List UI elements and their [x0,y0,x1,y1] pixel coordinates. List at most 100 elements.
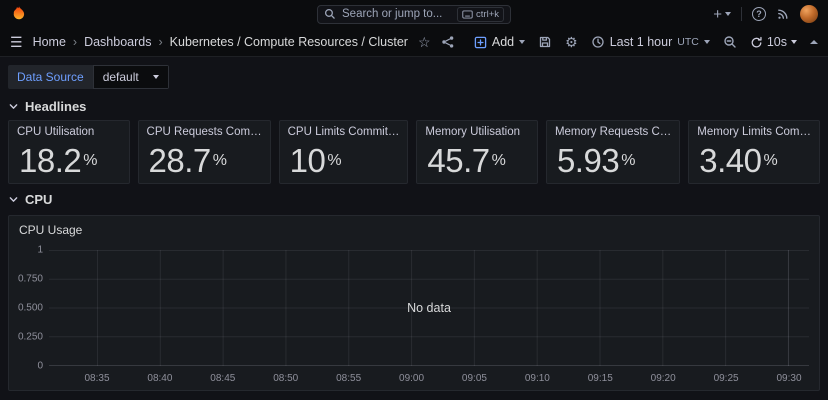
keyboard-icon [462,10,473,19]
top-bar: Search or jump to... ctrl+k + ? [0,0,828,28]
stat-number: 18.2 [19,144,81,177]
menu-hamburger-icon[interactable]: ☰ [10,35,23,49]
y-tick: 1 [37,245,43,256]
search-placeholder: Search or jump to... [342,8,442,20]
x-tick: 09:15 [588,373,613,384]
panel-title[interactable]: Memory Utilisation [417,121,537,138]
breadcrumb-home[interactable]: Home [33,35,66,49]
refresh-picker[interactable]: 10s [750,35,797,49]
section-title-headlines: Headlines [25,99,86,114]
stat-panel-memory-requests: Memory Requests C… 5.93% [546,120,680,184]
panel-title[interactable]: CPU Usage [9,216,819,241]
stat-value: 45.7% [417,138,537,183]
stat-value: 10% [280,138,408,183]
section-header-headlines[interactable]: Headlines [0,91,828,120]
y-tick: 0.750 [18,274,43,285]
breadcrumb-current[interactable]: Kubernetes / Compute Resources / Cluster [170,35,408,49]
time-range-label: Last 1 hour [610,35,673,49]
y-tick: 0 [37,361,43,372]
stat-value: 3.40% [689,138,819,183]
x-tick: 09:25 [714,373,739,384]
headline-stats-row: CPU Utilisation 18.2% CPU Requests Com… … [0,120,828,184]
stat-number: 28.7 [149,144,211,177]
x-tick: 08:55 [336,373,361,384]
add-label: Add [492,35,514,49]
stat-panel-cpu-utilisation: CPU Utilisation 18.2% [8,120,130,184]
y-tick: 0.250 [18,332,43,343]
datasource-select[interactable]: default [93,65,169,89]
cpu-usage-panel: CPU Usage 1 0.750 0.500 0.250 0 No data … [8,215,820,391]
divider [741,7,742,21]
dashboard-settings-gear-icon[interactable]: ⚙ [565,34,578,51]
x-tick: 08:35 [84,373,109,384]
chevron-down-icon [519,40,525,44]
y-tick: 0.500 [18,303,43,314]
shortcut-text: ctrl+k [476,9,499,20]
panel-title[interactable]: Memory Limits Com… [689,121,819,138]
new-button[interactable]: + [713,7,731,22]
panel-title[interactable]: CPU Limits Commit… [280,121,408,138]
dashboard-variables-row: Data Source default [0,57,828,91]
dashboard-toolbar: Add ⚙ Last 1 hour UTC [474,34,818,51]
chevron-down-icon [153,75,159,79]
share-icon[interactable] [441,35,455,49]
collapse-toolbar-chevron-up-icon[interactable] [810,40,818,44]
stat-panel-cpu-limits: CPU Limits Commit… 10% [279,120,409,184]
grafana-logo[interactable] [10,5,28,23]
stat-value: 5.93% [547,138,679,183]
help-icon[interactable]: ? [752,7,766,21]
stat-unit: % [621,153,635,169]
stat-panel-memory-utilisation: Memory Utilisation 45.7% [416,120,538,184]
breadcrumb-separator: › [158,35,162,49]
x-tick: 09:30 [776,373,801,384]
stat-number: 10 [290,144,326,177]
chevron-down-icon [704,40,710,44]
search-input[interactable]: Search or jump to... ctrl+k [317,5,511,24]
stat-panel-memory-limits: Memory Limits Com… 3.40% [688,120,820,184]
section-header-cpu[interactable]: CPU [0,184,828,213]
no-data-text: No data [407,301,451,315]
chevron-down-icon [8,101,19,112]
dashboard-nav-bar: ☰ Home › Dashboards › Kubernetes / Compu… [0,28,828,57]
topbar-actions: + ? [713,5,818,23]
panel-title[interactable]: CPU Utilisation [9,121,129,138]
refresh-interval-label: 10s [767,35,787,49]
panel-title[interactable]: CPU Requests Com… [139,121,270,138]
datasource-variable-label: Data Source [8,65,93,89]
chevron-down-icon [725,12,731,16]
x-tick: 08:45 [210,373,235,384]
no-data-message: No data [49,250,809,366]
stat-value: 18.2% [9,138,129,183]
stat-number: 45.7 [427,144,489,177]
section-title-cpu: CPU [25,192,52,207]
user-avatar[interactable] [800,5,818,23]
dashboard-quick-actions: ☆ [418,35,455,49]
refresh-icon [750,36,763,49]
breadcrumb: Home › Dashboards › Kubernetes / Compute… [33,35,408,49]
zoom-out-icon[interactable] [723,35,737,49]
x-axis: 08:35 08:40 08:45 08:50 08:55 09:00 09:0… [97,373,789,386]
news-rss-icon[interactable] [776,7,790,21]
x-tick: 09:00 [399,373,424,384]
favorite-star-icon[interactable]: ☆ [418,35,431,49]
x-tick: 08:40 [147,373,172,384]
add-panel-button[interactable]: Add [474,35,525,49]
x-tick: 09:10 [525,373,550,384]
stat-unit: % [83,153,97,169]
plus-icon: + [713,7,722,22]
y-axis: 1 0.750 0.500 0.250 0 [9,250,43,366]
search-icon [324,8,336,20]
chevron-down-icon [791,40,797,44]
save-dashboard-icon[interactable] [538,35,552,49]
shortcut-badge: ctrl+k [457,7,504,22]
breadcrumb-dashboards[interactable]: Dashboards [84,35,151,49]
time-range-picker[interactable]: Last 1 hour UTC [591,35,710,49]
panel-title[interactable]: Memory Requests C… [547,121,679,138]
cpu-usage-plot: 1 0.750 0.500 0.250 0 No data 08:35 08:4… [9,242,819,390]
stat-number: 3.40 [699,144,761,177]
x-tick: 09:20 [651,373,676,384]
clock-icon [591,35,605,49]
stat-unit: % [327,153,341,169]
stat-panel-cpu-requests: CPU Requests Com… 28.7% [138,120,271,184]
datasource-selected-value: default [103,70,139,84]
